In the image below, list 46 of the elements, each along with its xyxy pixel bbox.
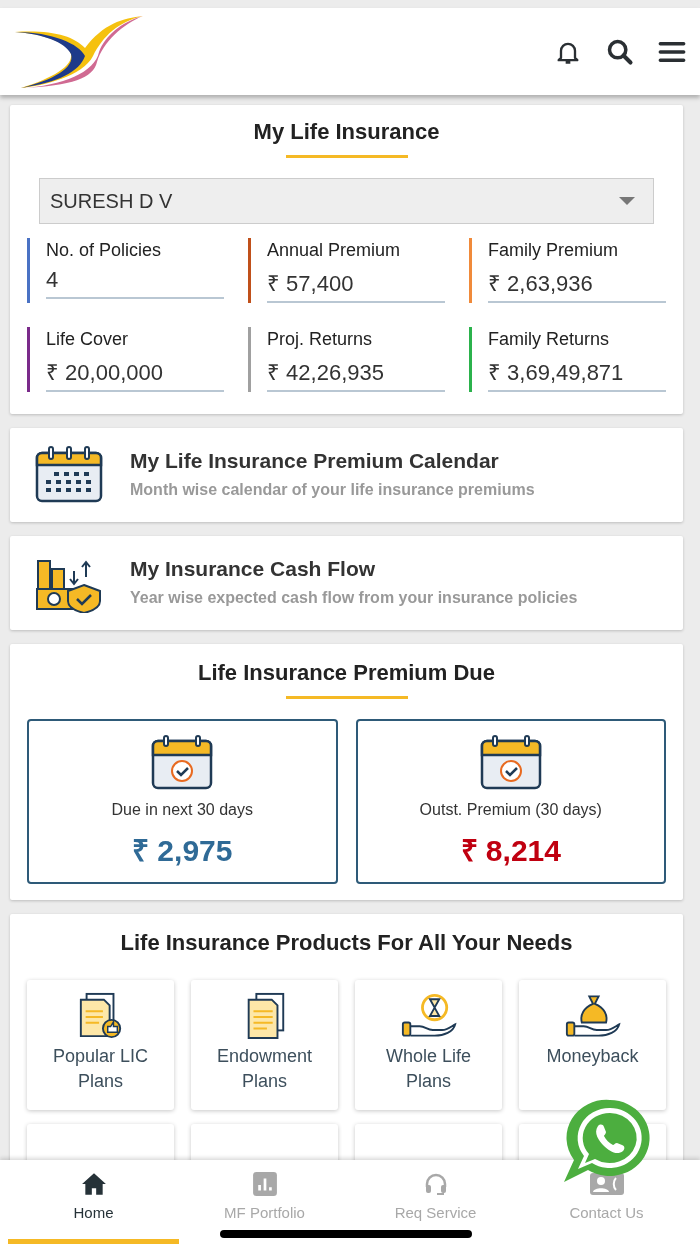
- calendar-icon: [34, 445, 104, 505]
- product-label: Whole Life Plans: [384, 1045, 472, 1094]
- hourglass-hand-icon: [400, 992, 457, 1040]
- card-subtitle: Month wise calendar of your life insurance premiums: [130, 479, 535, 500]
- product-label: Endowment Plans: [215, 1045, 314, 1094]
- stat-label: No. of Policies: [46, 239, 163, 261]
- member-select[interactable]: SURESH D V: [39, 178, 654, 224]
- due-amount: ₹ 2,975: [132, 833, 233, 869]
- stat-value: ₹ 20,00,000: [46, 350, 224, 392]
- stat-value: 4: [46, 261, 224, 299]
- caret-icon: [619, 197, 635, 205]
- stat-value: ₹ 42,26,935: [267, 350, 445, 392]
- product-tile[interactable]: Moneyback: [519, 980, 666, 1110]
- search-icon[interactable]: [606, 37, 634, 66]
- section-title: Life Insurance Products For All Your Needs: [119, 930, 574, 956]
- due-label: Due in next 30 days: [111, 801, 253, 819]
- due-amount: ₹ 8,214: [460, 833, 561, 869]
- product-label: Moneyback: [545, 1045, 640, 1068]
- premium-due-tile[interactable]: Due in next 30 days ₹ 2,975: [27, 719, 338, 884]
- stat-value: ₹ 57,400: [267, 261, 445, 303]
- stat-label: Annual Premium: [267, 239, 402, 261]
- section-title: My Life Insurance: [252, 119, 441, 145]
- stat-value: ₹ 2,63,936: [488, 261, 666, 303]
- calendar-check-icon: [150, 735, 215, 791]
- product-label: Popular LIC Plans: [51, 1045, 150, 1094]
- section-title: Life Insurance Premium Due: [196, 660, 497, 686]
- due-label: Outst. Premium (30 days): [419, 801, 602, 819]
- product-tile[interactable]: Popular LIC Plans: [27, 980, 174, 1110]
- card-subtitle: Year wise expected cash flow from your insurance policies: [130, 587, 578, 608]
- nav-tab[interactable]: Home: [8, 1160, 179, 1244]
- premium-due-tile[interactable]: Outst. Premium (30 days) ₹ 8,214: [355, 719, 666, 884]
- stat-label: Family Returns: [488, 328, 611, 350]
- stat-value: ₹ 3,69,49,871: [488, 350, 666, 392]
- money-bag-hand-icon: [564, 992, 621, 1040]
- stat-label: Proj. Returns: [267, 328, 374, 350]
- stat-label: Life Cover: [46, 328, 130, 350]
- product-tile[interactable]: Whole Life Plans: [355, 980, 502, 1110]
- home-icon: [80, 1172, 107, 1196]
- link-card[interactable]: My Life Insurance Premium Calendar Month wise calendar of your life insurance premiums: [10, 428, 683, 522]
- calendar-check-icon: [478, 735, 543, 791]
- card-title: My Insurance Cash Flow: [130, 556, 377, 581]
- card-title: My Life Insurance Premium Calendar: [130, 448, 500, 473]
- link-card[interactable]: My Insurance Cash Flow Year wise expected cash flow from your insurance policies: [10, 536, 683, 630]
- bar-chart-icon: [251, 1172, 278, 1196]
- product-tile[interactable]: Endowment Plans: [191, 980, 338, 1110]
- stat-label: Family Premium: [488, 239, 619, 261]
